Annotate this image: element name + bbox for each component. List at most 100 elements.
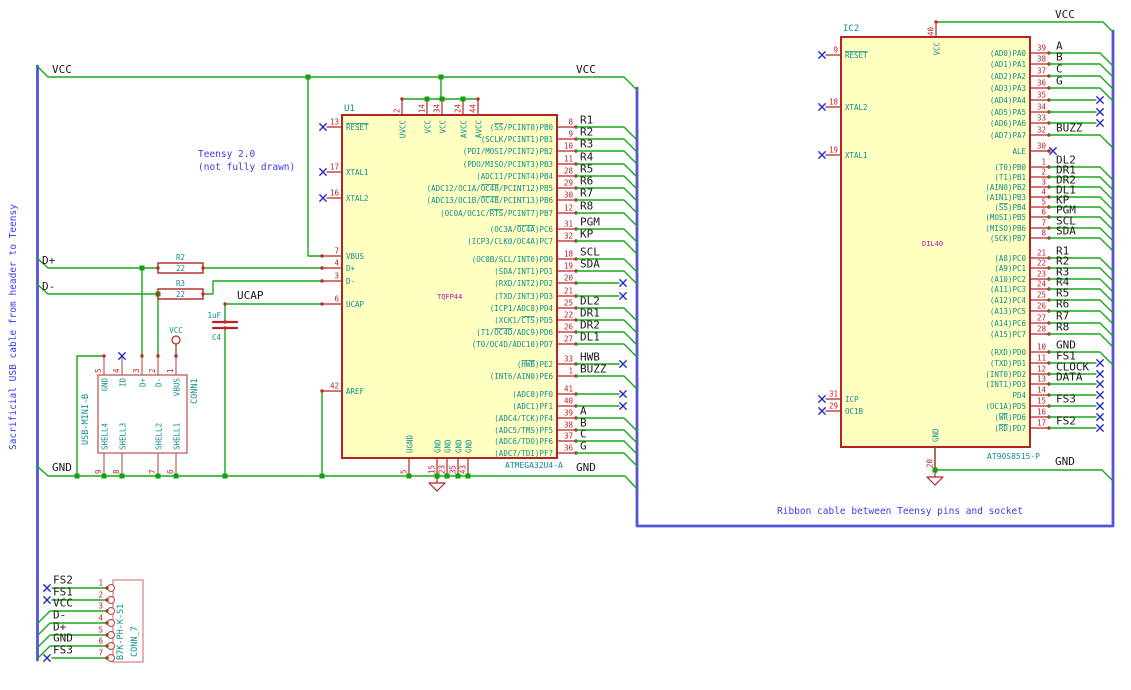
wire-end-dot <box>174 354 178 358</box>
net-label: UCAP <box>237 289 264 302</box>
net-label: SDA <box>1056 225 1076 238</box>
pin-number: 7 <box>334 247 339 256</box>
junction-dot <box>305 74 311 80</box>
junction-dot <box>173 473 179 479</box>
pin-name: (ADC0)PF0 <box>512 390 553 399</box>
pin-name: D- <box>155 378 164 387</box>
net-label: VCC <box>576 63 596 76</box>
pin-number: 38 <box>564 421 574 430</box>
pin-number: 16 <box>1037 408 1047 417</box>
pin-number: 23 <box>1037 270 1046 279</box>
pin-name: (ADC7/TDI)PF7 <box>494 449 553 458</box>
wire-end-dot <box>934 20 938 24</box>
schematic-canvas: U1 ATMEGA32U4-A TQFP44 13 RESET 17 XTAL1 16 XTAL… <box>0 0 1131 690</box>
pin-number: 40 <box>927 26 936 36</box>
ic-footprint: DIL40 <box>922 240 943 248</box>
junction-dot <box>438 74 444 80</box>
pin-number: 4 <box>1041 188 1046 197</box>
wire-end-dot <box>400 97 404 101</box>
junction-dot <box>139 265 145 271</box>
pin-number: 9 <box>94 469 103 474</box>
wire-end-dot <box>476 97 480 101</box>
wire-end-dot <box>223 302 227 306</box>
pin-name: GND <box>434 439 443 453</box>
pin-name: (INT0)PD2 <box>985 370 1026 379</box>
pin-number: 32 <box>1037 126 1046 135</box>
pin-name: ICP <box>845 395 859 404</box>
wire <box>1048 134 1114 149</box>
junction-dot <box>455 473 461 479</box>
pin-number: 2 <box>1041 168 1046 177</box>
pin-name: (SS/PCINT0)PB0 <box>490 123 554 132</box>
note-text: Ribbon cable between Teensy pins and soc… <box>777 506 1023 517</box>
net-label: GND <box>576 461 596 474</box>
pin-name: (AIN0)PB2 <box>985 183 1026 192</box>
pin-number: 15 <box>428 465 437 474</box>
pin-number: 42 <box>330 382 339 391</box>
pin-name: (AD4)PA4 <box>990 96 1027 105</box>
pin-number: 13 <box>1037 375 1046 384</box>
ground-symbol-icon <box>428 482 446 492</box>
pin-number: 6 <box>166 469 175 474</box>
pin-name: (AD0)PA0 <box>990 49 1027 58</box>
wire-end-dot <box>156 354 160 358</box>
wire-end-dot <box>201 292 205 296</box>
pin-number: 30 <box>1037 142 1047 151</box>
pin-name: (RXD)PD0 <box>990 348 1027 357</box>
pin-name: (WR)PD6 <box>994 413 1026 422</box>
schematic-drawing: U1ATMEGA32U4-ATQFP4413RESET17XTAL116XTAL… <box>8 8 1115 663</box>
pin-name: (AIN1)PB3 <box>985 193 1026 202</box>
pin-name: (ADC13/OC1B/OC4B/PCINT13)PB6 <box>427 196 554 205</box>
pin-number: 39 <box>1037 44 1046 53</box>
pin-name: (AD6)PA6 <box>990 119 1027 128</box>
pin-name: PD4 <box>1012 391 1026 400</box>
note-text: (not fully drawn) <box>198 162 295 173</box>
pin-number: 14 <box>1037 386 1047 395</box>
net-label: D+ <box>42 254 56 267</box>
pin-name: (TXD/INT3)PD3 <box>494 292 553 301</box>
pin-number: 36 <box>564 444 574 453</box>
pin-number: 2 <box>148 368 157 373</box>
pin-number: 40 <box>564 397 574 406</box>
net-label: BUZZ <box>1056 122 1083 135</box>
pin-name: (T1/OC4D/ADC9)PD6 <box>476 328 553 337</box>
pin-name: (ICP3/CLK0/OC4A)PC7 <box>467 237 553 246</box>
resistor-reference: R3 <box>176 279 185 288</box>
pin-number: 6 <box>98 637 103 646</box>
pin-name: (A15)PC7 <box>990 330 1026 339</box>
pin-number: 29 <box>829 402 838 411</box>
wire-end-dot <box>102 354 106 358</box>
connector-value: B7K-PH-K-S1 <box>116 604 126 660</box>
wire-end-dot <box>105 656 109 660</box>
pin-number: 2 <box>393 108 402 113</box>
pin-name: (A12)PC4 <box>990 296 1027 305</box>
pin-name: (AD3)PA3 <box>990 84 1026 93</box>
wire-end-dot <box>105 621 109 625</box>
pin-number: 8 <box>1041 229 1046 238</box>
pin-number: 1 <box>166 368 175 373</box>
ic-value: ATMEGA32U4-A <box>505 461 563 470</box>
pin-number: 23 <box>438 465 447 474</box>
pin-number: 11 <box>1037 354 1046 363</box>
pin-name: VCC <box>933 42 942 56</box>
junction-dot <box>319 473 325 479</box>
pin-number: 26 <box>1037 302 1047 311</box>
net-label: R7 <box>580 187 593 200</box>
pin-name: (A11)PC3 <box>990 285 1026 294</box>
net-label: VCC <box>52 63 72 76</box>
junction-dot <box>101 473 107 479</box>
pin-name: (A13)PC5 <box>990 307 1026 316</box>
pin-number: 37 <box>1037 67 1046 76</box>
pin-name: (OC3A/OC4A)PC6 <box>490 225 554 234</box>
net-label: R8 <box>580 200 593 213</box>
pin-number: 35 <box>449 465 458 474</box>
wire-end-dot <box>320 389 324 393</box>
pin-name: UGND <box>406 434 415 453</box>
pin-number: 14 <box>418 103 427 113</box>
pin-number: 19 <box>829 146 838 155</box>
pin-number: 5 <box>1041 198 1046 207</box>
pin-name: SHELL2 <box>155 423 164 450</box>
pin-number: 35 <box>1037 91 1046 100</box>
net-label: DL1 <box>580 331 600 344</box>
wire <box>935 21 1114 33</box>
